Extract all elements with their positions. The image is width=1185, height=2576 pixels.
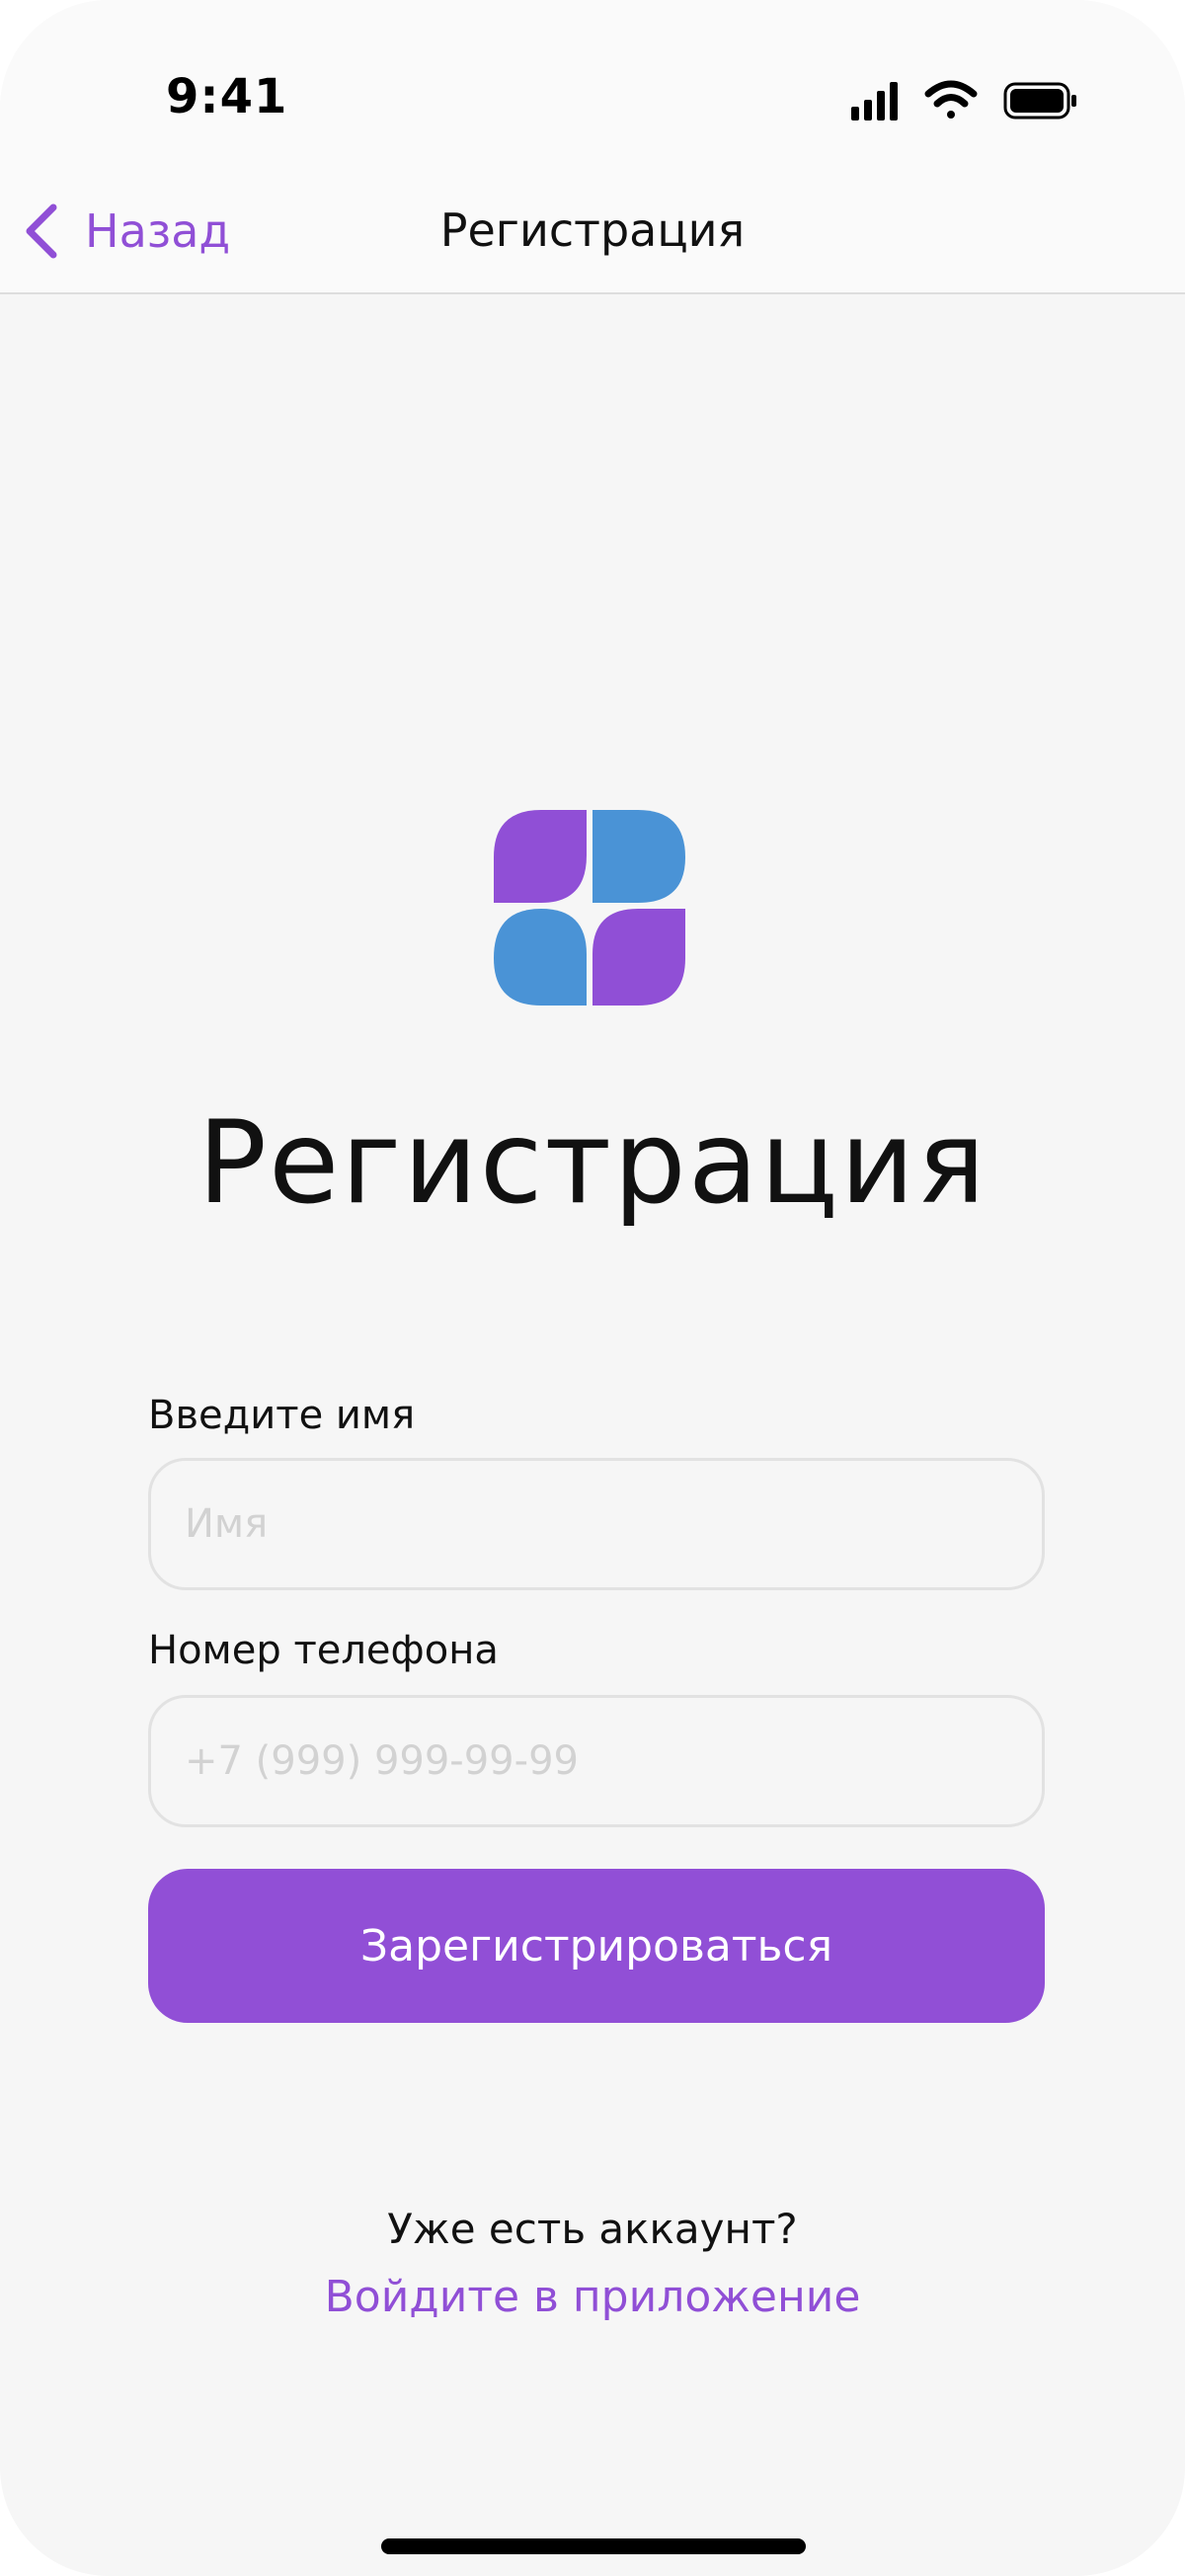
top-bar: 9:41 Назад Регистрация <box>0 0 1185 294</box>
name-field-label: Введите имя <box>148 1393 416 1438</box>
logo-petal-bottom-right <box>592 909 685 1006</box>
name-input[interactable] <box>148 1458 1045 1590</box>
phone-screen: 9:41 Назад Регистрация Регистрация Введи… <box>0 0 1185 2576</box>
battery-icon <box>1003 82 1076 120</box>
logo-petal-bottom-left <box>494 909 587 1006</box>
home-indicator <box>381 2538 806 2554</box>
phone-field-label: Номер телефона <box>148 1628 499 1673</box>
app-logo-icon <box>494 810 685 1006</box>
wifi-icon <box>924 80 978 119</box>
cellular-signal-icon <box>851 82 898 121</box>
logo-petal-top-right <box>592 810 685 903</box>
status-icons <box>851 80 1076 121</box>
logo-petal-top-left <box>494 810 587 903</box>
nav-title: Регистрация <box>439 203 746 257</box>
login-link[interactable]: Войдите в приложение <box>0 2272 1185 2322</box>
page-heading: Регистрация <box>198 1096 988 1230</box>
status-time: 9:41 <box>166 69 288 124</box>
register-button[interactable]: Зарегистрироваться <box>148 1869 1045 2023</box>
have-account-text: Уже есть аккаунт? <box>387 2205 798 2253</box>
phone-input[interactable] <box>148 1695 1045 1827</box>
